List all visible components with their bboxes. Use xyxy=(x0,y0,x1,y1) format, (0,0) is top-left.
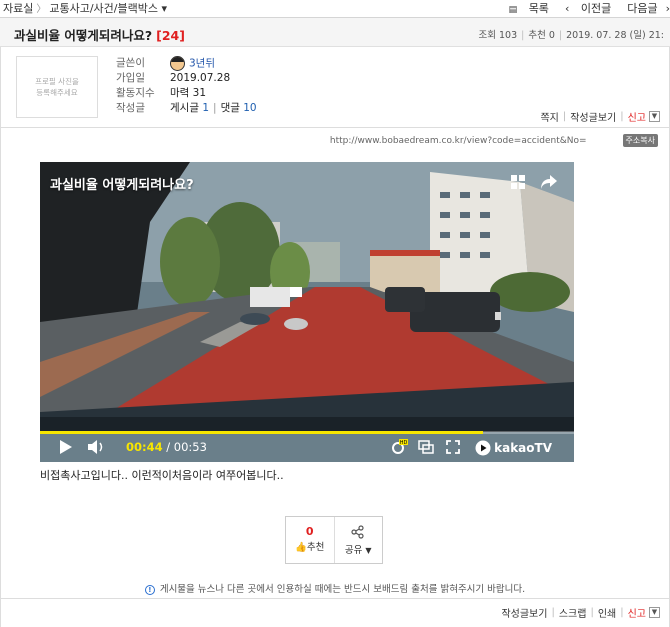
prev-label: 이전글 xyxy=(580,2,612,15)
avatar xyxy=(170,56,185,71)
joined-date: 2019.07.28 xyxy=(170,72,231,84)
next-label: 다음글 xyxy=(627,2,658,15)
divider xyxy=(0,127,670,128)
video-title: 과실비율 어떻게되려나요? xyxy=(50,178,194,193)
recommend-count: 추천 0 xyxy=(528,30,555,41)
post-body-text: 비접촉사고입니다.. 이런적이처음이라 여쭈어봅니다.. xyxy=(40,469,284,482)
author-nickname-link[interactable]: 3년뒤 xyxy=(170,56,215,71)
report-button[interactable]: 신고 xyxy=(628,109,646,124)
chevron-right-icon: 〉 xyxy=(36,4,47,15)
posts-label: 작성글 xyxy=(116,102,145,114)
mini-player-icon[interactable] xyxy=(418,440,434,454)
recommend-share-box: 0 👍추천 공유 ▼ xyxy=(285,516,383,564)
author-nickname: 3년뒤 xyxy=(189,57,216,70)
view-count: 조회 103 xyxy=(478,30,518,41)
profile-placeholder-line1: 프로필 사진을 xyxy=(35,77,79,86)
post-title: 과실비율 어떻게되려나요? [24] xyxy=(14,25,185,44)
author-actions: 쪽지 | 작성글보기 | 신고 ▼ xyxy=(540,109,660,124)
breadcrumb-root[interactable]: 자료실 xyxy=(3,2,33,15)
post-url-row: http://www.bobaedream.co.kr/view?code=ac… xyxy=(330,134,658,147)
chevron-down-icon[interactable]: ▾ xyxy=(162,2,168,15)
chevron-right-icon: › xyxy=(665,2,670,15)
copyright-notice: ! 게시물을 뉴스나 다른 곳에서 인용하실 때에는 반드시 보배드림 출처를 밝… xyxy=(0,581,670,595)
kakao-play-icon xyxy=(475,440,491,456)
view-posts-button[interactable]: 작성글보기 xyxy=(501,605,547,620)
post-header: 과실비율 어떻게되려나요? [24] 조회 103 | 추천 0 | 2019. 07. … xyxy=(0,17,670,47)
message-button[interactable]: 쪽지 xyxy=(540,109,558,124)
play-icon[interactable] xyxy=(60,440,72,454)
kakao-tv-label: kakaoTV xyxy=(494,441,552,455)
chevron-left-icon: ‹ xyxy=(564,2,570,15)
author-info: 글쓴이 3년뒤 가입일 2019.07.28 활동지수 마력 31 작성글 게시글 1 |… xyxy=(116,56,257,114)
video-player[interactable]: 과실비율 어떻게되려나요? 00:44 / 00:53 HD kakaoTV xyxy=(40,162,574,462)
view-posts-button[interactable]: 작성글보기 xyxy=(570,109,616,124)
posts-link-label[interactable]: 게시글 xyxy=(170,102,199,114)
volume-icon[interactable] xyxy=(88,440,106,454)
kakao-tv-logo[interactable]: kakaoTV xyxy=(475,440,552,456)
recommend-count-value: 0 xyxy=(305,525,314,538)
breadcrumb: 자료실 〉 교통사고/사건/블랙박스 ▾ xyxy=(3,0,168,15)
activity-label: 활동지수 xyxy=(116,87,155,99)
joined-label: 가입일 xyxy=(116,72,145,84)
caret-down-icon: ▼ xyxy=(365,546,372,555)
print-button[interactable]: 인쇄 xyxy=(598,605,616,620)
video-frame xyxy=(40,162,574,462)
list-icon: ▤ xyxy=(508,5,518,15)
settings-hd-icon[interactable]: HD xyxy=(390,439,408,455)
comments-count[interactable]: 10 xyxy=(243,102,256,114)
scrap-button[interactable]: 스크랩 xyxy=(559,605,587,620)
copy-url-button[interactable]: 주소복사 xyxy=(622,134,658,147)
list-button[interactable]: ▤ 목록 xyxy=(501,2,549,15)
share-icon xyxy=(351,525,364,539)
share-arrow-icon[interactable] xyxy=(540,174,558,190)
recommend-label: 추천 xyxy=(306,542,325,553)
fullscreen-icon[interactable] xyxy=(446,440,460,454)
list-label: 목록 xyxy=(528,2,549,15)
breadcrumb-section[interactable]: 교통사고/사건/블랙박스 xyxy=(49,2,158,15)
bottom-actions: 작성글보기 | 스크랩 | 인쇄 | 신고 ▼ xyxy=(501,605,660,620)
post-title-text: 과실비율 어떻게되려나요? xyxy=(14,28,153,43)
dropdown-arrow-icon[interactable]: ▼ xyxy=(649,111,660,122)
prev-button[interactable]: ‹ 이전글 xyxy=(557,2,611,15)
report-button[interactable]: 신고 xyxy=(628,605,646,620)
video-total-time: / 00:53 xyxy=(166,440,207,454)
divider xyxy=(0,598,670,599)
info-icon: ! xyxy=(144,584,155,595)
notice-text: 게시물을 뉴스나 다른 곳에서 인용하실 때에는 반드시 보배드림 출처를 밝혀… xyxy=(159,584,526,595)
activity-value: 마력 31 xyxy=(170,87,207,99)
post-meta: 조회 103 | 추천 0 | 2019. 07. 28 (일) 21: xyxy=(478,30,664,41)
hd-badge: HD xyxy=(400,440,408,446)
writer-label: 글쓴이 xyxy=(116,57,145,69)
top-navigation: ▤ 목록 ‹ 이전글 다음글 › xyxy=(493,0,670,15)
post-date: 2019. 07. 28 (일) 21: xyxy=(566,30,664,41)
profile-photo-placeholder: 프로필 사진을등록해주세요 xyxy=(16,56,98,118)
video-controls: 00:44 / 00:53 HD kakaoTV xyxy=(40,432,574,462)
share-label: 공유 xyxy=(344,545,363,556)
share-button[interactable]: 공유 ▼ xyxy=(333,517,383,563)
dropdown-arrow-icon[interactable]: ▼ xyxy=(649,607,660,618)
video-current-time: 00:44 xyxy=(126,440,163,454)
comments-link-label[interactable]: 댓글 xyxy=(221,102,240,114)
video-top-actions xyxy=(510,174,558,190)
profile-placeholder-line2: 등록해주세요 xyxy=(36,88,78,97)
thumbs-up-icon: 👍 xyxy=(295,542,307,553)
grid-icon[interactable] xyxy=(510,174,526,190)
post-url: http://www.bobaedream.co.kr/view?code=ac… xyxy=(329,135,587,146)
posts-count[interactable]: 1 xyxy=(202,102,209,114)
recommend-button[interactable]: 0 👍추천 xyxy=(286,517,334,563)
frame-left-border xyxy=(0,47,1,627)
video-time: 00:44 / 00:53 xyxy=(126,440,207,454)
next-button[interactable]: 다음글 › xyxy=(619,2,670,15)
comment-count-badge[interactable]: [24] xyxy=(156,28,185,43)
